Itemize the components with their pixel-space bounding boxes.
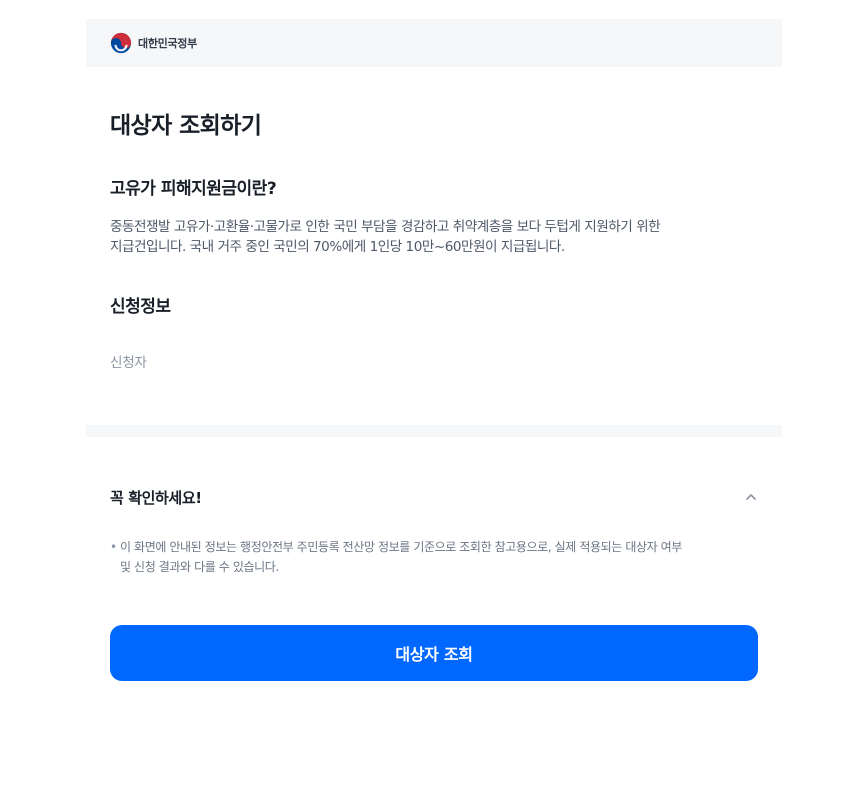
lookup-button[interactable]: 대상자 조회 (110, 625, 758, 681)
bullet-dot-icon: • (110, 540, 117, 554)
gov-header: 대한민국정부 (86, 19, 782, 67)
about-description: 중동전쟁발 고유가·고환율·고물가로 인한 국민 부담을 경감하고 취약계층을 … (110, 217, 758, 257)
main-content: 대상자 조회하기 고유가 피해지원금이란? 중동전쟁발 고유가·고환율·고물가로… (86, 111, 782, 373)
page-title: 대상자 조회하기 (110, 113, 262, 139)
notice-item-line2: 및 신청 결과와 다를 수 있습니다. (120, 560, 279, 574)
gov-org-name: 대한민국정부 (138, 37, 197, 50)
notice-item-line1: 이 화면에 안내된 정보는 행정안전부 주민등록 전산망 정보를 기준으로 조회… (120, 540, 682, 554)
application-section-title: 신청정보 (110, 297, 171, 317)
notice-list: • 이 화면에 안내된 정보는 행정안전부 주민등록 전산망 정보를 기준으로 … (86, 537, 782, 577)
notice-title: 꼭 확인하세요! (110, 488, 202, 507)
page-container: 대한민국정부 대상자 조회하기 고유가 피해지원금이란? 중동전쟁발 고유가·고… (86, 19, 782, 681)
chevron-up-icon[interactable] (744, 490, 758, 504)
about-section-title: 고유가 피해지원금이란? (110, 179, 277, 199)
section-divider (86, 425, 782, 437)
taegeuk-icon (110, 32, 132, 54)
notice-item: • 이 화면에 안내된 정보는 행정안전부 주민등록 전산망 정보를 기준으로 … (110, 537, 758, 577)
applicant-label: 신청자 (110, 355, 147, 371)
about-description-line2: 지급건입니다. 국내 거주 중인 국민의 70%에게 1인당 10만~60만원이… (110, 239, 565, 255)
about-description-line1: 중동전쟁발 고유가·고환율·고물가로 인한 국민 부담을 경감하고 취약계층을 … (110, 219, 661, 235)
notice-accordion-header[interactable]: 꼭 확인하세요! (86, 485, 782, 509)
